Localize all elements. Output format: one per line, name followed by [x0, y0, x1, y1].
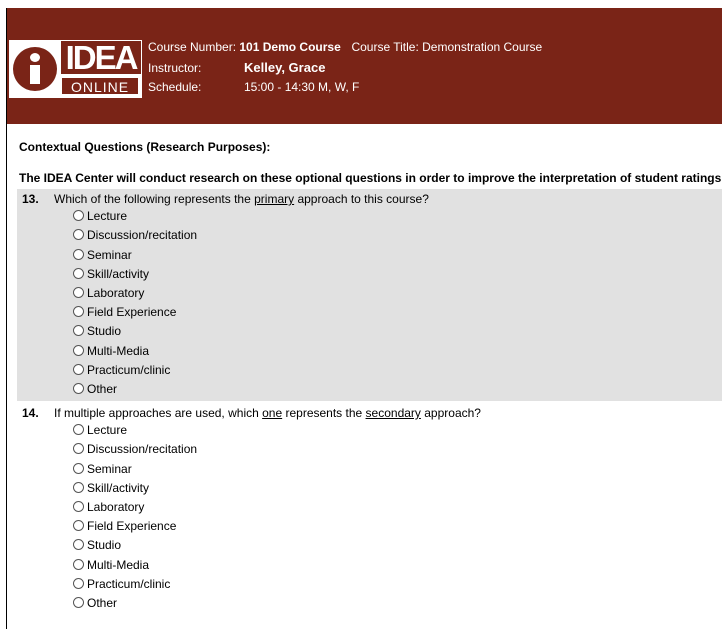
option-label: Practicum/clinic	[87, 362, 171, 377]
option-laboratory[interactable]: Laboratory	[73, 497, 144, 516]
schedule-line: Schedule: 15:00 - 14:30 M, W, F	[148, 80, 359, 94]
course-title-label: Course Title:	[351, 40, 419, 54]
option-discussion-recitation[interactable]: Discussion/recitation	[73, 225, 197, 244]
option-label: Discussion/recitation	[87, 227, 198, 242]
intro-text: The IDEA Center will conduct research on…	[19, 171, 722, 185]
schedule-label: Schedule:	[148, 80, 202, 94]
option-skill-activity[interactable]: Skill/activity	[73, 478, 149, 497]
option-studio[interactable]: Studio	[73, 535, 121, 554]
info-icon	[13, 47, 57, 91]
radio-button[interactable]	[73, 597, 84, 608]
radio-button[interactable]	[73, 463, 84, 474]
option-lecture[interactable]: Lecture	[73, 420, 127, 439]
option-seminar[interactable]: Seminar	[73, 245, 132, 264]
radio-button[interactable]	[73, 383, 84, 394]
option-label: Laboratory	[87, 285, 145, 300]
radio-button[interactable]	[73, 559, 84, 570]
option-label: Laboratory	[87, 499, 145, 514]
radio-button[interactable]	[73, 539, 84, 550]
course-header: IDEA ONLINE Course Number: 101 Demo Cour…	[7, 8, 722, 124]
option-label: Seminar	[87, 461, 132, 476]
course-number-line: Course Number: 101 Demo Course Course Ti…	[148, 40, 542, 54]
radio-button[interactable]	[73, 249, 84, 260]
course-number-value: 101 Demo Course	[239, 40, 341, 54]
option-discussion-recitation[interactable]: Discussion/recitation	[73, 439, 197, 458]
option-multi-media[interactable]: Multi-Media	[73, 341, 149, 360]
option-label: Multi-Media	[87, 557, 150, 572]
option-label: Practicum/clinic	[87, 576, 171, 591]
option-label: Field Experience	[87, 304, 177, 319]
option-other[interactable]: Other	[73, 379, 117, 398]
option-label: Studio	[87, 323, 122, 338]
logo-word: IDEA	[61, 41, 141, 74]
instructor-label: Instructor:	[148, 61, 202, 75]
option-lecture[interactable]: Lecture	[73, 206, 127, 225]
option-seminar[interactable]: Seminar	[73, 459, 132, 478]
idea-online-logo: IDEA ONLINE	[9, 40, 142, 98]
instructor-value: Kelley, Grace	[244, 60, 326, 75]
option-label: Skill/activity	[87, 266, 150, 281]
radio-button[interactable]	[73, 520, 84, 531]
radio-button[interactable]	[73, 210, 84, 221]
radio-button[interactable]	[73, 325, 84, 336]
option-label: Other	[87, 381, 118, 396]
radio-button[interactable]	[73, 424, 84, 435]
radio-button[interactable]	[73, 443, 84, 454]
radio-button[interactable]	[73, 306, 84, 317]
page-frame: IDEA ONLINE Course Number: 101 Demo Cour…	[6, 8, 722, 629]
option-label: Studio	[87, 537, 122, 552]
radio-button[interactable]	[73, 501, 84, 512]
question-number: 13.	[22, 192, 39, 206]
question-text: If multiple approaches are used, which o…	[54, 406, 481, 420]
radio-button[interactable]	[73, 268, 84, 279]
option-laboratory[interactable]: Laboratory	[73, 283, 144, 302]
option-label: Lecture	[87, 208, 128, 223]
option-field-experience[interactable]: Field Experience	[73, 302, 176, 321]
option-multi-media[interactable]: Multi-Media	[73, 555, 149, 574]
option-label: Field Experience	[87, 518, 177, 533]
option-studio[interactable]: Studio	[73, 321, 121, 340]
question-13: 13. Which of the following represents th…	[17, 189, 722, 401]
option-skill-activity[interactable]: Skill/activity	[73, 264, 149, 283]
option-practicum-clinic[interactable]: Practicum/clinic	[73, 574, 170, 593]
option-label: Skill/activity	[87, 480, 150, 495]
radio-button[interactable]	[73, 364, 84, 375]
radio-button[interactable]	[73, 578, 84, 589]
option-label: Lecture	[87, 422, 128, 437]
instructor-line: Instructor: Kelley, Grace	[148, 60, 325, 75]
question-number: 14.	[22, 406, 39, 420]
option-label: Seminar	[87, 247, 132, 262]
schedule-value: 15:00 - 14:30 M, W, F	[244, 80, 360, 94]
question-text: Which of the following represents the pr…	[54, 192, 429, 206]
option-label: Other	[87, 595, 118, 610]
section-title: Contextual Questions (Research Purposes)…	[19, 140, 271, 154]
option-label: Discussion/recitation	[87, 441, 198, 456]
radio-button[interactable]	[73, 287, 84, 298]
radio-button[interactable]	[73, 482, 84, 493]
option-practicum-clinic[interactable]: Practicum/clinic	[73, 360, 170, 379]
radio-button[interactable]	[73, 345, 84, 356]
course-title-value: Demonstration Course	[422, 40, 543, 54]
option-other[interactable]: Other	[73, 593, 117, 612]
radio-button[interactable]	[73, 229, 84, 240]
option-label: Multi-Media	[87, 343, 150, 358]
question-14: 14. If multiple approaches are used, whi…	[17, 403, 722, 618]
logo-subword: ONLINE	[61, 77, 139, 95]
course-number-label: Course Number:	[148, 40, 237, 54]
option-field-experience[interactable]: Field Experience	[73, 516, 176, 535]
